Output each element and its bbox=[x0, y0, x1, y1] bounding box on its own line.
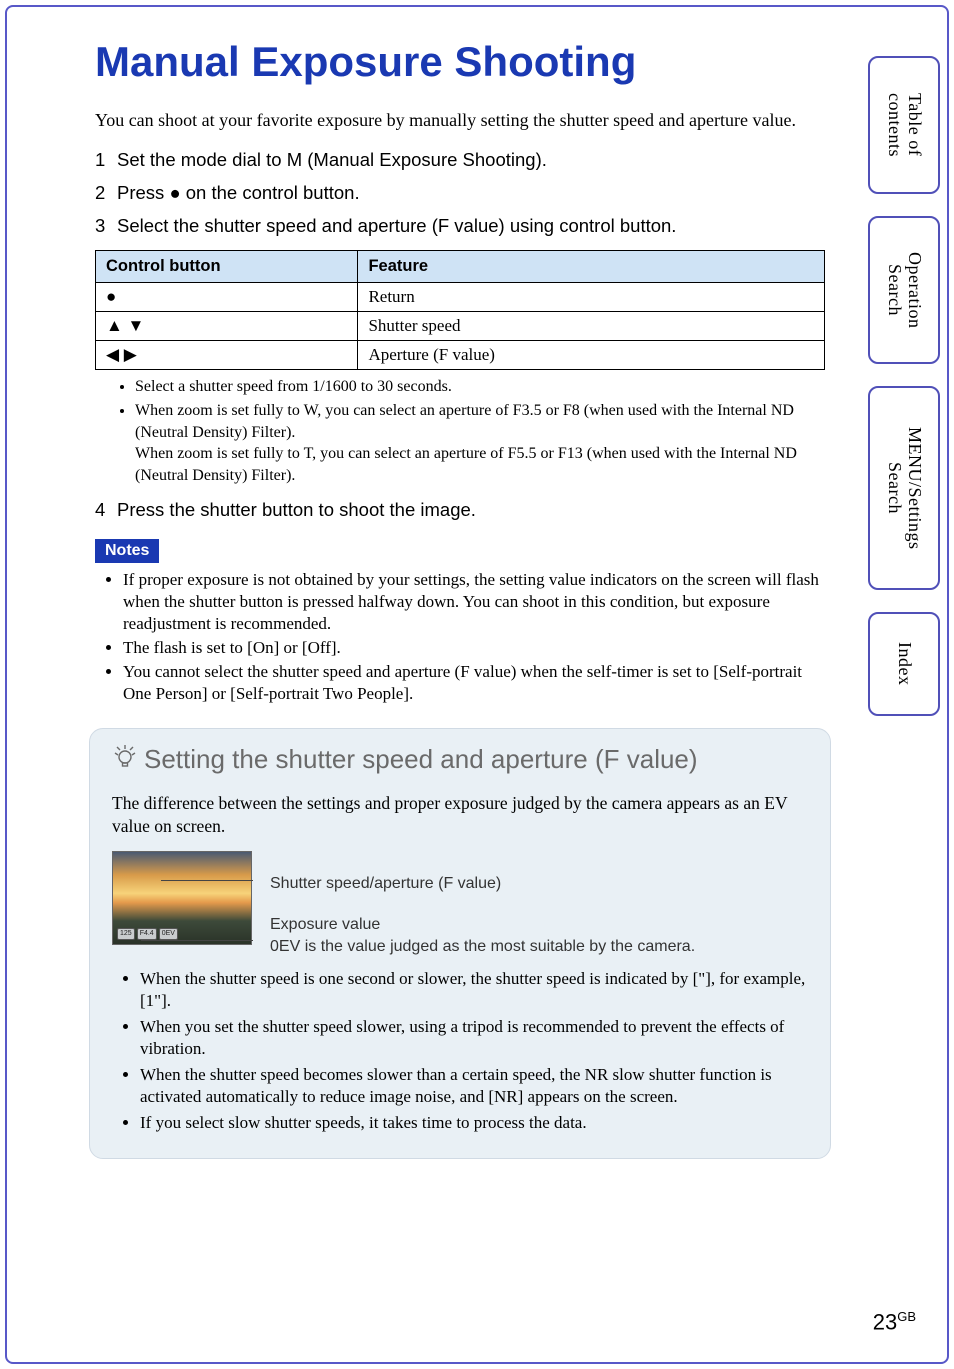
center-button-icon: ● bbox=[169, 182, 180, 203]
table-row: ● Return bbox=[96, 283, 825, 312]
page-num-value: 23 bbox=[873, 1309, 897, 1334]
step-1-text-a: Set the mode dial to bbox=[117, 149, 287, 170]
tip-figure: 125 F4.4 0EV Shutter speed/aperture (F v… bbox=[112, 851, 808, 958]
tab-label-line1: MENU/Settings bbox=[905, 427, 925, 550]
step-2: 2 Press ● on the control button. bbox=[95, 179, 825, 208]
tab-label: OperationSearch bbox=[884, 252, 924, 328]
list-item: The flash is set to [On] or [Off]. bbox=[123, 637, 825, 659]
list-item: When you set the shutter speed slower, u… bbox=[140, 1016, 808, 1060]
step-4: 4 Press the shutter button to shoot the … bbox=[95, 496, 825, 525]
notes-label: Notes bbox=[95, 539, 159, 563]
side-tabs: Table ofcontents OperationSearch MENU/Se… bbox=[868, 56, 940, 716]
step-number: 3 bbox=[95, 212, 105, 241]
intro-text: You can shoot at your favorite exposure … bbox=[95, 108, 825, 132]
list-item: When zoom is set fully to W, you can sel… bbox=[135, 400, 825, 486]
feature-cell: Shutter speed bbox=[358, 312, 825, 341]
list-item: When the shutter speed is one second or … bbox=[140, 968, 808, 1012]
bullet-text: Select a shutter speed from 1/1600 to 30… bbox=[135, 378, 452, 395]
tab-label: MENU/SettingsSearch bbox=[884, 427, 924, 550]
tab-label-line2: Search bbox=[885, 462, 905, 514]
step-3: 3 Select the shutter speed and aperture … bbox=[95, 212, 825, 241]
tab-operation-search[interactable]: OperationSearch bbox=[868, 216, 940, 364]
tab-label-line2: contents bbox=[885, 93, 905, 157]
tab-label-line1: Operation bbox=[905, 252, 925, 328]
callout-line bbox=[161, 880, 253, 881]
list-item: You cannot select the shutter speed and … bbox=[123, 661, 825, 705]
notes-list: If proper exposure is not obtained by yo… bbox=[95, 569, 825, 706]
step-2-text-b: on the control button. bbox=[181, 182, 360, 203]
tab-label-line2: Search bbox=[885, 264, 905, 316]
control-button-table: Control button Feature ● Return ▲ ▼ Shut… bbox=[95, 250, 825, 370]
tab-table-of-contents[interactable]: Table ofcontents bbox=[868, 56, 940, 194]
thumb-aperture-chip: F4.4 bbox=[137, 928, 157, 940]
tab-index[interactable]: Index bbox=[868, 612, 940, 716]
thumb-ev-chip: 0EV bbox=[159, 928, 178, 940]
table-row: ◀ ▶ Aperture (F value) bbox=[96, 341, 825, 370]
step-number: 1 bbox=[95, 146, 105, 175]
thumb-shutter-chip: 125 bbox=[117, 928, 135, 940]
tab-label: Table ofcontents bbox=[884, 93, 924, 157]
bullet-text-cont: When zoom is set fully to T, you can sel… bbox=[135, 443, 825, 486]
table-header-feature: Feature bbox=[358, 251, 825, 283]
step-number: 4 bbox=[95, 496, 105, 525]
feature-cell: Return bbox=[358, 283, 825, 312]
page-number: 23GB bbox=[873, 1309, 916, 1335]
tip-bulb-icon bbox=[112, 743, 138, 776]
callout-label: Exposure value bbox=[270, 916, 380, 933]
page-title: Manual Exposure Shooting bbox=[95, 38, 825, 86]
table-header-control: Control button bbox=[96, 251, 358, 283]
callout-shutter-aperture: Shutter speed/aperture (F value) bbox=[270, 873, 695, 895]
tab-label-line1: Table of bbox=[905, 93, 925, 156]
table-row: ▲ ▼ Shutter speed bbox=[96, 312, 825, 341]
list-item: If you select slow shutter speeds, it ta… bbox=[140, 1112, 808, 1134]
main-content: Manual Exposure Shooting You can shoot a… bbox=[95, 38, 825, 1159]
sample-thumbnail: 125 F4.4 0EV bbox=[112, 851, 252, 945]
step3-sub-bullets: Select a shutter speed from 1/1600 to 30… bbox=[95, 376, 825, 486]
step-1: 1 Set the mode dial to M (Manual Exposur… bbox=[95, 146, 825, 175]
step-1-text-b: (Manual Exposure Shooting). bbox=[302, 149, 547, 170]
steps-list-cont: 4 Press the shutter button to shoot the … bbox=[95, 496, 825, 525]
step-4-text: Press the shutter button to shoot the im… bbox=[117, 499, 476, 520]
tip-heading: Setting the shutter speed and aperture (… bbox=[112, 743, 808, 776]
callout-exposure-value: Exposure value 0EV is the value judged a… bbox=[270, 914, 695, 957]
tip-heading-text: Setting the shutter speed and aperture (… bbox=[144, 744, 698, 775]
steps-list: 1 Set the mode dial to M (Manual Exposur… bbox=[95, 146, 825, 240]
callout-detail: 0EV is the value judged as the most suit… bbox=[270, 938, 695, 955]
control-updown-icon: ▲ ▼ bbox=[96, 312, 358, 341]
tip-intro: The difference between the settings and … bbox=[112, 792, 808, 839]
tab-label: Index bbox=[894, 642, 914, 685]
tab-menu-settings-search[interactable]: MENU/SettingsSearch bbox=[868, 386, 940, 590]
list-item: Select a shutter speed from 1/1600 to 30… bbox=[135, 376, 825, 398]
tip-list: When the shutter speed is one second or … bbox=[112, 968, 808, 1135]
feature-cell: Aperture (F value) bbox=[358, 341, 825, 370]
callout-line bbox=[141, 940, 253, 941]
control-center-icon: ● bbox=[96, 283, 358, 312]
list-item: When the shutter speed becomes slower th… bbox=[140, 1064, 808, 1108]
callouts: Shutter speed/aperture (F value) Exposur… bbox=[270, 851, 695, 958]
top-wash bbox=[7, 7, 947, 25]
thumbnail-status-bar: 125 F4.4 0EV bbox=[117, 928, 178, 940]
control-leftright-icon: ◀ ▶ bbox=[96, 341, 358, 370]
list-item: If proper exposure is not obtained by yo… bbox=[123, 569, 825, 635]
step-3-text: Select the shutter speed and aperture (F… bbox=[117, 215, 676, 236]
mode-dial-m-icon: M bbox=[287, 149, 302, 170]
tip-box: Setting the shutter speed and aperture (… bbox=[89, 728, 831, 1160]
step-number: 2 bbox=[95, 179, 105, 208]
page-num-suffix: GB bbox=[897, 1309, 916, 1324]
step-2-text-a: Press bbox=[117, 182, 169, 203]
bullet-text: When zoom is set fully to W, you can sel… bbox=[135, 402, 794, 441]
